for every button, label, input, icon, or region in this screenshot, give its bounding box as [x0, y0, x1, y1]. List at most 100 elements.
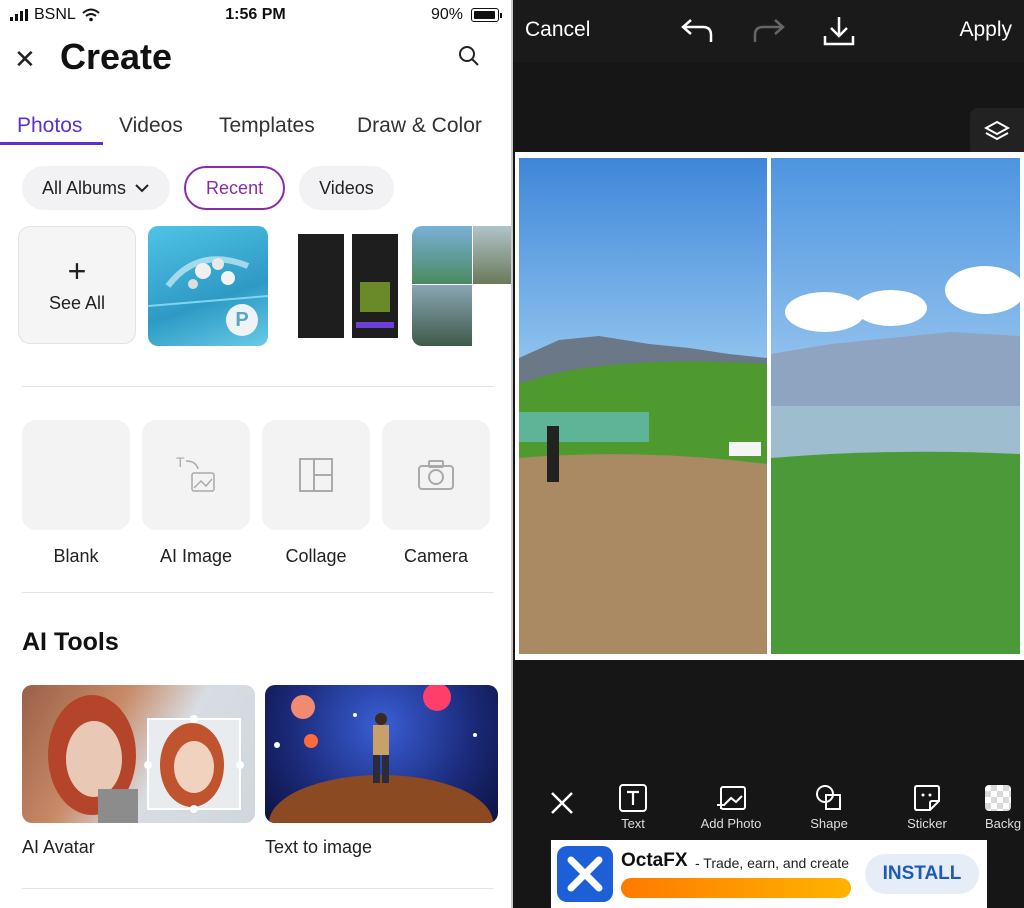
- see-all-button[interactable]: + See All: [18, 226, 136, 344]
- close-icon[interactable]: [549, 790, 575, 816]
- install-button[interactable]: INSTALL: [865, 854, 979, 894]
- add-photo-icon: [717, 786, 746, 810]
- battery-group: 90%: [430, 6, 502, 24]
- collage-thumbnail[interactable]: [412, 226, 511, 346]
- text-to-image-card[interactable]: Text to image: [265, 685, 498, 858]
- videos-chip[interactable]: Videos: [299, 166, 394, 210]
- redo-icon[interactable]: [751, 14, 787, 46]
- undo-icon[interactable]: [679, 14, 715, 46]
- active-tab-indicator: [0, 142, 103, 145]
- tab-photos[interactable]: Photos: [17, 114, 82, 138]
- all-albums-dropdown[interactable]: All Albums: [22, 166, 171, 210]
- tab-videos[interactable]: Videos: [119, 114, 183, 138]
- ai-avatar-image: [22, 685, 255, 823]
- lake-landscape: [771, 158, 1020, 654]
- shape-label: Shape: [810, 816, 848, 831]
- add-photo-label: Add Photo: [700, 816, 762, 831]
- recent-photos: + See All P: [18, 226, 511, 346]
- divider: [22, 592, 494, 593]
- recent-chip[interactable]: Recent: [184, 166, 286, 210]
- shape-icon: [816, 785, 841, 810]
- search-icon[interactable]: [457, 44, 481, 68]
- album-filters: All Albums Recent Videos: [22, 166, 394, 210]
- blank-preview: [22, 420, 130, 530]
- picsart-badge: P: [226, 304, 258, 336]
- create-tools: Blank T AI Image Collage Camera: [22, 420, 490, 567]
- collage-preview: [262, 420, 370, 530]
- collage-tile-2: [473, 226, 511, 284]
- tab-bar: Photos Videos Templates Draw & Color: [0, 108, 511, 146]
- download-icon[interactable]: [821, 14, 857, 48]
- blank-tool[interactable]: Blank: [22, 420, 130, 567]
- see-all-label: See All: [48, 292, 106, 313]
- collage-photo-left[interactable]: [519, 158, 767, 654]
- layers-icon: [984, 120, 1010, 141]
- tab-templates[interactable]: Templates: [219, 114, 315, 138]
- photo-thumbnail[interactable]: P: [148, 226, 268, 346]
- background-icon: [985, 785, 1011, 811]
- purple-bar: [356, 322, 394, 328]
- collage-photo-right[interactable]: [771, 158, 1020, 654]
- ad-tagline: - Trade, earn, and create: [695, 855, 850, 871]
- editor-toolbar: Text Add Photo Shape Sticker Backg: [513, 770, 1024, 838]
- screenshot: BSNL 1:56 PM 90% ✕ Create Photos Videos …: [0, 0, 1024, 908]
- sunflower-image: [360, 282, 390, 312]
- shape-tool[interactable]: Shape: [805, 780, 853, 831]
- add-photo-tool[interactable]: Add Photo: [693, 780, 769, 831]
- sticker-tool[interactable]: Sticker: [903, 780, 951, 831]
- screenshot-right: [352, 234, 398, 338]
- tab-draw-color[interactable]: Draw & Color: [357, 114, 482, 138]
- space-scene: [269, 685, 493, 823]
- ad-progress-bar: [621, 878, 851, 898]
- collage-canvas[interactable]: [515, 152, 1024, 660]
- ad-banner[interactable]: OctaFX - Trade, earn, and create INSTALL: [551, 840, 987, 908]
- camera-icon: [418, 460, 454, 490]
- collage-tool[interactable]: Collage: [262, 420, 370, 567]
- collage-icon: [299, 458, 333, 492]
- text-tool[interactable]: Text: [613, 780, 653, 831]
- ai-image-label: AI Image: [159, 546, 233, 566]
- background-label: Backg: [985, 816, 1022, 831]
- divider: [22, 888, 494, 889]
- ai-image-preview: T: [142, 420, 250, 530]
- cancel-button[interactable]: Cancel: [525, 18, 590, 42]
- status-bar: BSNL 1:56 PM 90%: [0, 0, 511, 30]
- screenshot-left: [298, 234, 344, 338]
- sticker-label: Sticker: [907, 816, 947, 831]
- ai-avatar-label: AI Avatar: [22, 837, 95, 857]
- text-to-image-label: Text to image: [265, 837, 373, 857]
- editor-screen: Cancel Apply Text Add Photo Shape Sticke…: [513, 0, 1024, 908]
- camera-tool[interactable]: Camera: [382, 420, 490, 567]
- collage-tile-1: [412, 226, 472, 284]
- background-tool[interactable]: Backg: [985, 780, 1024, 831]
- close-icon[interactable]: ✕: [14, 44, 36, 75]
- sticker-icon: [914, 785, 940, 811]
- apply-button[interactable]: Apply: [959, 18, 1012, 42]
- battery-percent: 90%: [430, 6, 463, 23]
- chevron-down-icon: [135, 184, 149, 193]
- header: ✕ Create: [0, 36, 511, 80]
- octafx-logo: [557, 846, 613, 902]
- ad-brand: OctaFX: [621, 850, 688, 871]
- plus-icon: +: [67, 252, 87, 289]
- ai-avatar-card[interactable]: AI Avatar: [22, 685, 255, 858]
- text-to-image-image: [265, 685, 498, 823]
- svg-text:T: T: [176, 454, 185, 470]
- text-icon: [619, 784, 647, 812]
- ai-tools-row: AI Avatar Text to image: [22, 685, 498, 858]
- camera-preview: [382, 420, 490, 530]
- editor-header: Cancel Apply: [513, 0, 1024, 62]
- all-albums-label: All Albums: [42, 177, 127, 198]
- create-screen: BSNL 1:56 PM 90% ✕ Create Photos Videos …: [0, 0, 511, 908]
- avatar-portrait: [48, 695, 244, 823]
- collage-label: Collage: [285, 546, 347, 566]
- ai-image-tool[interactable]: T AI Image: [142, 420, 250, 567]
- page-title: Create: [60, 36, 173, 77]
- ai-tools-heading: AI Tools: [22, 628, 119, 656]
- screenshot-thumbnail[interactable]: [280, 226, 400, 346]
- divider: [22, 386, 494, 387]
- text-to-image-icon: T: [176, 454, 215, 492]
- gurez-landscape: [519, 158, 767, 654]
- layers-button[interactable]: [970, 108, 1024, 156]
- camera-label: Camera: [403, 546, 469, 566]
